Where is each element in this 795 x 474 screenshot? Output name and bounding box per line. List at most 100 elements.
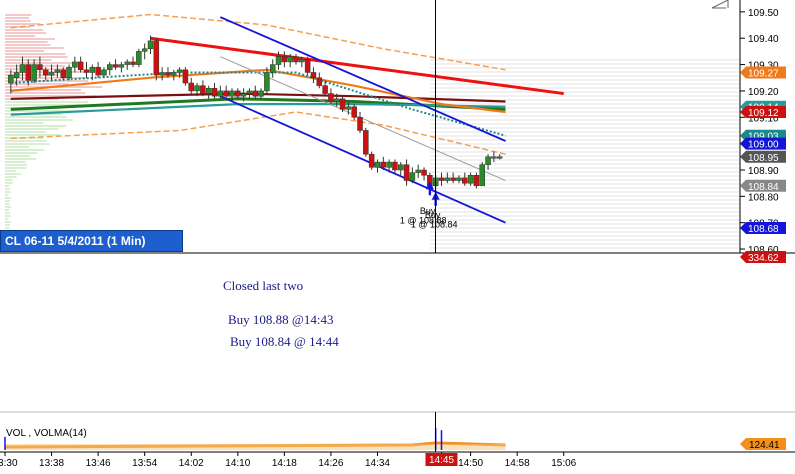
candle xyxy=(269,64,276,73)
candle xyxy=(37,64,43,71)
profile-bar xyxy=(5,47,64,49)
candle xyxy=(345,106,352,110)
profile-bar xyxy=(5,179,13,181)
candle xyxy=(95,66,101,76)
profile-bar xyxy=(5,125,66,127)
profile-bar xyxy=(5,41,48,43)
price-tag-label: 108.84 xyxy=(748,182,779,193)
candle xyxy=(13,72,20,78)
profile-bar xyxy=(5,131,46,133)
profile-bar xyxy=(5,26,30,28)
y-tick-label: 108.90 xyxy=(748,166,779,177)
candle xyxy=(333,98,340,102)
profile-bar xyxy=(5,44,51,46)
profile-bar xyxy=(5,188,11,190)
candle xyxy=(485,156,491,165)
profile-bar xyxy=(5,200,11,202)
profile-bar xyxy=(5,32,47,34)
candle xyxy=(101,69,107,76)
chart-title: CL 06-11 5/4/2011 (1 Min) xyxy=(5,234,146,248)
candle xyxy=(293,56,299,63)
candle xyxy=(194,85,200,92)
profile-bar xyxy=(5,92,86,94)
candle xyxy=(217,90,224,97)
candle xyxy=(159,72,165,76)
trade-fill-2: 1 @ 108.84 xyxy=(411,219,458,229)
profile-bar xyxy=(5,164,28,166)
candle xyxy=(496,156,503,159)
price-tag-label: 108.95 xyxy=(748,153,779,164)
candle xyxy=(136,51,142,65)
candle xyxy=(299,59,305,63)
profile-bar xyxy=(5,185,10,187)
candle xyxy=(107,64,113,71)
candle xyxy=(357,117,363,131)
candle xyxy=(240,93,247,97)
candle xyxy=(235,90,241,97)
profile-bar xyxy=(5,134,60,136)
profile-bar xyxy=(5,80,89,82)
volume-label: VOL , VOLMA(14) xyxy=(6,428,87,439)
candle xyxy=(25,64,32,81)
candle xyxy=(31,64,37,81)
candle xyxy=(479,164,485,187)
candle xyxy=(421,169,427,176)
candle xyxy=(229,90,235,97)
price-tag-label: 108.68 xyxy=(748,224,779,235)
candle xyxy=(147,40,154,50)
candle xyxy=(66,66,72,78)
candle xyxy=(409,172,416,181)
profile-bar xyxy=(5,209,10,211)
candle xyxy=(124,61,130,65)
profile-bar xyxy=(5,101,88,103)
profile-bar xyxy=(5,194,9,196)
profile-bar xyxy=(5,212,11,214)
price-tag-label: 109.27 xyxy=(748,68,779,79)
profile-bar xyxy=(5,29,44,31)
profile-bar xyxy=(5,119,73,121)
profile-bar xyxy=(5,176,17,178)
candle xyxy=(392,161,398,171)
volume-base xyxy=(5,444,506,450)
candle xyxy=(130,61,136,65)
candle xyxy=(473,175,480,187)
y-tick-label: 109.20 xyxy=(748,87,779,98)
price-tag-label: 109.00 xyxy=(748,140,779,151)
profile-bar xyxy=(5,191,11,193)
candle xyxy=(450,177,456,181)
profile-bar xyxy=(5,143,50,145)
candle xyxy=(211,88,218,97)
candle xyxy=(118,64,125,68)
candle xyxy=(112,64,119,68)
profile-bar xyxy=(5,149,44,151)
profile-bar xyxy=(5,203,10,205)
candle xyxy=(89,66,96,73)
candle xyxy=(165,72,171,76)
profile-bar xyxy=(5,20,31,22)
candle xyxy=(363,130,369,155)
profile-bar xyxy=(5,17,30,19)
candle xyxy=(54,69,61,73)
profile-bar xyxy=(5,215,11,217)
candle xyxy=(368,153,375,168)
candle xyxy=(415,169,421,173)
candle xyxy=(403,164,410,181)
candle xyxy=(8,74,14,84)
profile-bar xyxy=(5,173,21,175)
candle xyxy=(200,85,206,94)
x-tick-label: 14:26 xyxy=(318,458,343,469)
x-tick-label: 14:34 xyxy=(365,458,390,469)
candle xyxy=(339,98,346,110)
candle xyxy=(141,48,148,52)
y-tick-label: 109.50 xyxy=(748,8,779,19)
profile-bar xyxy=(5,170,16,172)
note-closed: Closed last two xyxy=(223,278,304,293)
candle xyxy=(83,69,90,73)
candle xyxy=(264,72,270,92)
chart-title-box: CL 06-11 5/4/2011 (1 Min) xyxy=(0,230,183,252)
profile-bar xyxy=(5,116,67,118)
candle xyxy=(491,156,497,159)
candle xyxy=(386,161,392,168)
profile-bar xyxy=(5,167,27,169)
candle xyxy=(438,177,445,181)
